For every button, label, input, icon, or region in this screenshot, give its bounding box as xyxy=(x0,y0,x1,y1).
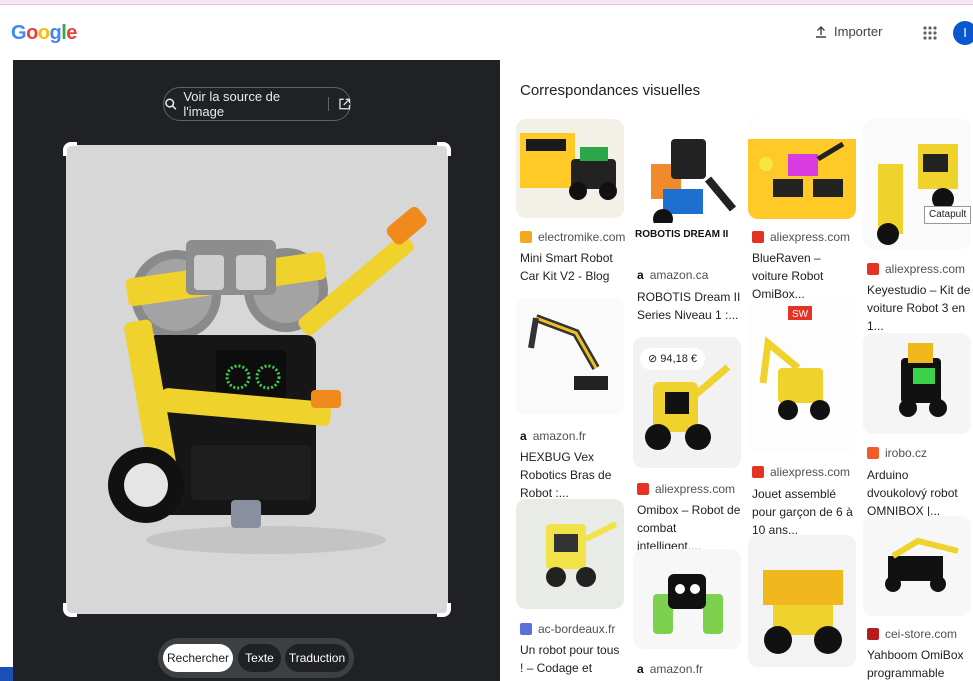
price-badge-text: 94,18 € xyxy=(660,353,697,365)
result-thumbnail[interactable] xyxy=(516,119,624,218)
dream-label-text: ROBOTIS DREAM II xyxy=(635,229,729,240)
result-source[interactable]: irobo.cz xyxy=(867,446,927,460)
favicon xyxy=(867,447,879,459)
result-thumbnail[interactable] xyxy=(863,516,971,616)
tab-texte[interactable]: Texte xyxy=(238,644,281,672)
result-thumbnail[interactable]: SW xyxy=(748,298,856,453)
result-title[interactable]: Arduino dvoukolový robot OMNIBOX |... xyxy=(867,466,971,520)
result-thumbnail[interactable] xyxy=(863,333,971,434)
catapult-label: Catapult xyxy=(924,206,972,224)
amazon-icon: a xyxy=(637,268,644,282)
result-source-label: ac-bordeaux.fr xyxy=(538,622,616,636)
amazon-icon: a xyxy=(637,662,644,676)
dream-label: ROBOTIS DREAM II xyxy=(635,229,728,240)
logo-letter: o xyxy=(37,22,50,44)
result-source-label: amazon.fr xyxy=(649,662,704,676)
divider xyxy=(327,97,329,111)
result-title[interactable]: Yahboom OmiBox programmable cute... xyxy=(867,646,971,681)
result-title[interactable]: BlueRaven – voiture Robot OmiBox... xyxy=(752,249,856,303)
left-edge-marker xyxy=(0,667,13,681)
results-title: Correspondances visuelles xyxy=(520,82,701,99)
import-button[interactable]: Importer xyxy=(814,24,882,39)
result-source[interactable]: a amazon.fr xyxy=(520,429,586,443)
open-in-new-icon xyxy=(338,98,350,110)
result-thumbnail[interactable] xyxy=(748,119,856,219)
lens-icon xyxy=(165,98,177,110)
robot-image xyxy=(66,145,448,614)
view-source-button[interactable]: Voir la source de l'image xyxy=(163,87,351,121)
result-source-label: cei-store.com xyxy=(885,627,958,641)
result-title[interactable]: Keyestudio – Kit de voiture Robot 3 en 1… xyxy=(867,281,971,335)
result-source-label: aliexpress.com xyxy=(885,262,966,276)
result-source[interactable]: ac-bordeaux.fr xyxy=(520,622,615,636)
avatar[interactable]: I xyxy=(953,21,973,45)
favicon xyxy=(637,483,649,495)
result-source[interactable]: aliexpress.com xyxy=(637,482,735,496)
favicon xyxy=(867,628,879,640)
result-source-label: aliexpress.com xyxy=(655,482,736,496)
logo-letter: g xyxy=(49,22,62,44)
logo-letter: o xyxy=(26,22,38,44)
favicon xyxy=(520,623,532,635)
tab-rechercher[interactable]: Rechercher xyxy=(163,644,233,672)
result-source[interactable]: cei-store.com xyxy=(867,627,957,641)
result-thumbnail[interactable] xyxy=(633,549,741,649)
result-thumbnail[interactable] xyxy=(516,499,624,609)
upload-icon xyxy=(816,25,826,38)
google-logo[interactable]: Google xyxy=(11,22,77,45)
result-source-label: aliexpress.com xyxy=(770,465,851,479)
result-source[interactable]: a amazon.fr xyxy=(637,662,703,676)
logo-letter: G xyxy=(11,22,27,44)
favicon xyxy=(867,263,879,275)
tag-icon: ⊘ xyxy=(648,353,661,365)
crop-handle-top-left[interactable] xyxy=(63,142,77,156)
result-thumbnail[interactable] xyxy=(633,119,741,238)
result-title[interactable]: Un robot pour tous ! – Codage et robotiq… xyxy=(520,641,624,681)
result-title[interactable]: ROBOTIS Dream II Series Niveau 1 :... xyxy=(637,288,741,324)
view-source-label: Voir la source de l'image xyxy=(183,89,281,119)
logo-letter: e xyxy=(66,22,77,44)
result-source[interactable]: aliexpress.com xyxy=(867,262,965,276)
import-label: Importer xyxy=(834,24,883,39)
amazon-icon: a xyxy=(520,429,527,443)
result-source-label: aliexpress.com xyxy=(770,230,851,244)
sw-logo: SW xyxy=(792,309,809,320)
apps-grid-icon[interactable] xyxy=(922,25,938,41)
tab-traduction[interactable]: Traduction xyxy=(285,644,349,672)
result-source[interactable]: aliexpress.com xyxy=(752,230,850,244)
top-strip xyxy=(0,0,973,5)
crop-handle-bottom-left[interactable] xyxy=(63,603,77,617)
result-thumbnail[interactable] xyxy=(863,119,971,249)
price-badge: ⊘ 94,18 € xyxy=(640,348,705,370)
result-source[interactable]: electromike.com xyxy=(520,230,625,244)
result-source-label: amazon.fr xyxy=(532,429,587,443)
result-thumbnail[interactable] xyxy=(748,535,856,667)
query-image xyxy=(66,145,448,614)
result-title[interactable]: Mini Smart Robot Car Kit V2 - Blog xyxy=(520,249,624,285)
result-source[interactable]: a amazon.ca xyxy=(637,268,708,282)
crop-handle-top-right[interactable] xyxy=(437,142,451,156)
result-title[interactable]: Jouet assemblé pour garçon de 6 à 10 ans… xyxy=(752,485,856,539)
favicon xyxy=(752,231,764,243)
favicon xyxy=(752,466,764,478)
result-source-label: electromike.com xyxy=(538,230,626,244)
result-title[interactable]: Omibox – Robot de combat intelligent,... xyxy=(637,501,741,555)
favicon xyxy=(520,231,532,243)
result-source[interactable]: aliexpress.com xyxy=(752,465,850,479)
result-thumbnail[interactable] xyxy=(516,298,624,415)
result-source-label: amazon.ca xyxy=(649,268,709,282)
result-title[interactable]: HEXBUG Vex Robotics Bras de Robot :... xyxy=(520,448,624,502)
result-source-label: irobo.cz xyxy=(885,446,928,460)
